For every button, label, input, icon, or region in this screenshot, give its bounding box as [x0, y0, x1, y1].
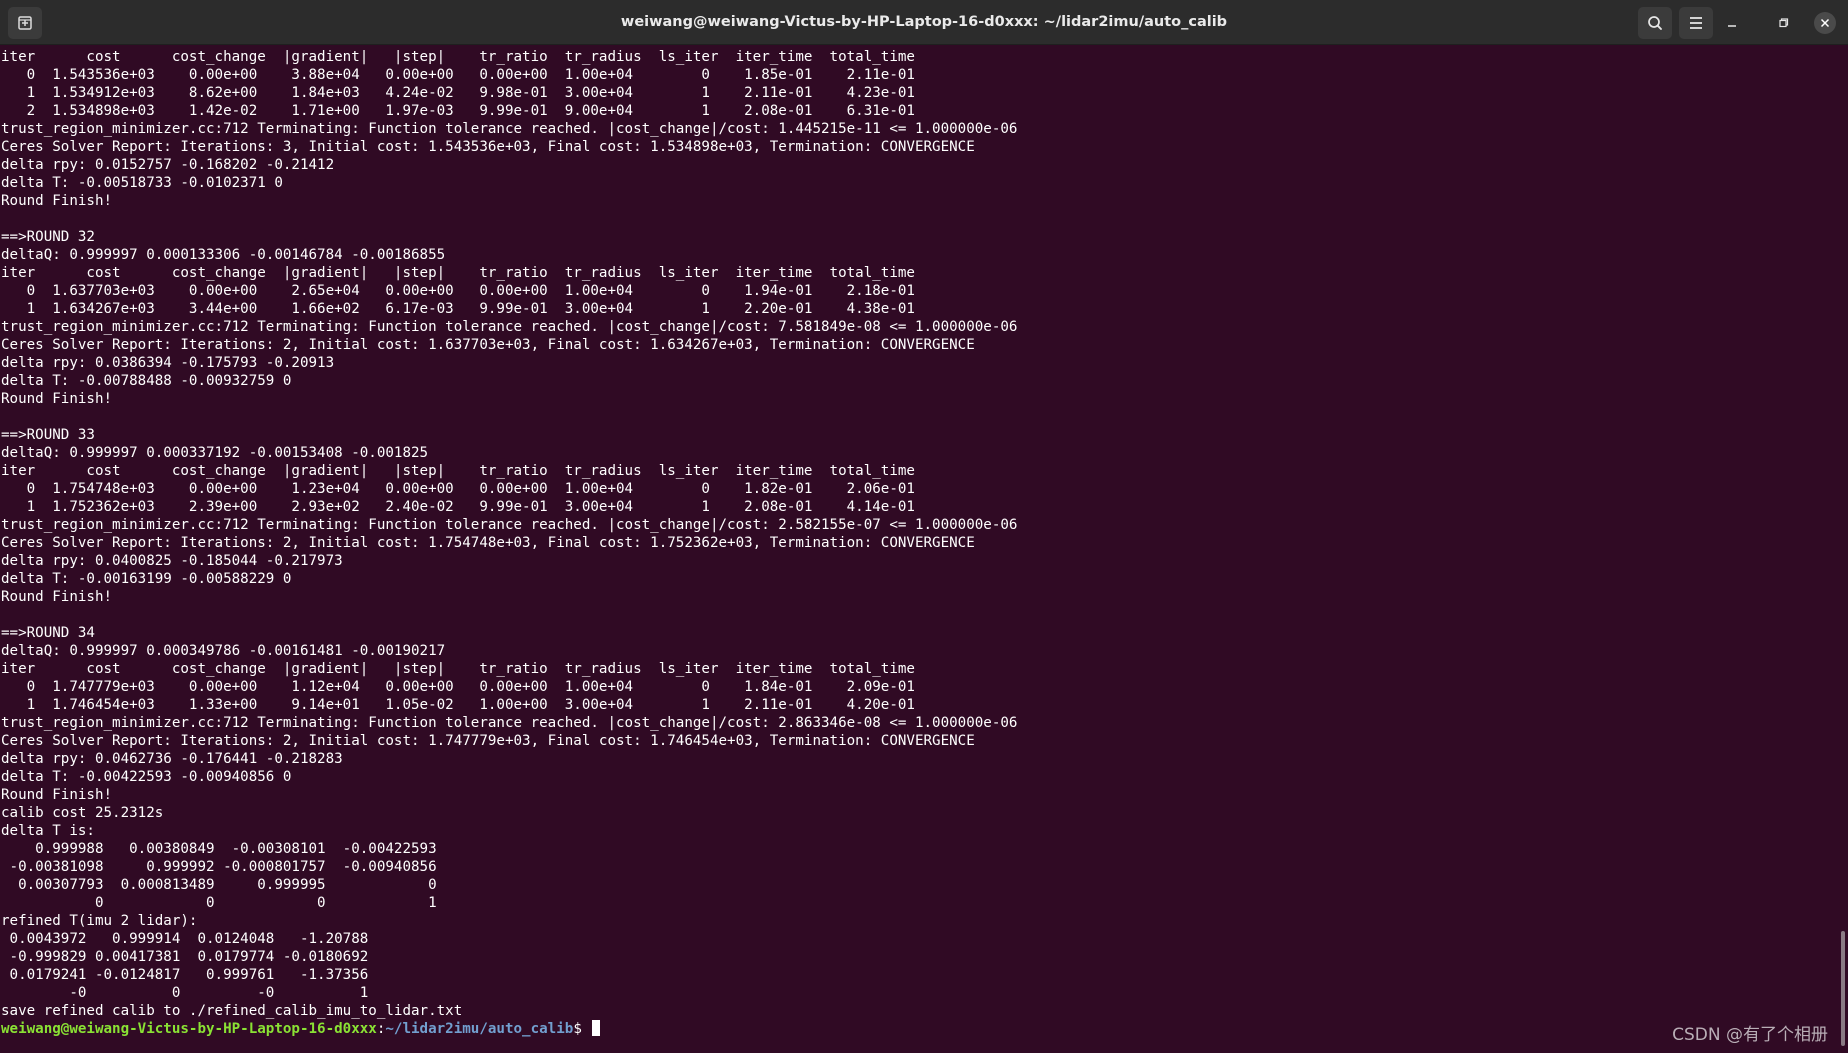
hamburger-menu-icon: [1690, 17, 1702, 29]
prompt-user-host: weiwang@weiwang-Victus-by-HP-Laptop-16-d…: [1, 1021, 377, 1037]
output-line: 0.00307793 0.000813489 0.999995 0: [1, 877, 437, 893]
output-line: 0 1.754748e+03 0.00e+00 1.23e+04 0.00e+0…: [1, 481, 915, 497]
minimize-icon: [1728, 25, 1736, 27]
close-button[interactable]: [1814, 12, 1836, 34]
output-line: deltaQ: 0.999997 0.000337192 -0.00153408…: [1, 445, 429, 461]
maximize-button[interactable]: [1773, 12, 1795, 34]
output-line: Round Finish!: [1, 787, 113, 803]
output-line: iter cost cost_change |gradient| |step| …: [1, 463, 915, 479]
output-line: delta rpy: 0.0400825 -0.185044 -0.217973: [1, 553, 343, 569]
output-line: delta rpy: 0.0152757 -0.168202 -0.21412: [1, 157, 335, 173]
scrollbar-thumb[interactable]: [1841, 931, 1845, 1046]
output-line: 0.0179241 -0.0124817 0.999761 -1.37356: [1, 967, 369, 983]
output-line: 0 1.747779e+03 0.00e+00 1.12e+04 0.00e+0…: [1, 679, 915, 695]
output-line: Ceres Solver Report: Iterations: 3, Init…: [1, 139, 975, 155]
output-line: refined T(imu 2 lidar):: [1, 913, 198, 929]
output-line: -0 0 -0 1: [1, 985, 369, 1001]
terminal-output[interactable]: iter cost cost_change |gradient| |step| …: [0, 46, 1840, 1053]
output-line: delta T: -0.00163199 -0.00588229 0: [1, 571, 292, 587]
output-line: Round Finish!: [1, 193, 113, 209]
title-bar[interactable]: weiwang@weiwang-Victus-by-HP-Laptop-16-d…: [0, 0, 1848, 45]
output-line: calib cost 25.2312s: [1, 805, 164, 821]
output-line: save refined calib to ./refined_calib_im…: [1, 1003, 463, 1019]
watermark: CSDN @有了个相册: [1672, 1025, 1828, 1045]
output-line: delta T: -0.00518733 -0.0102371 0: [1, 175, 283, 191]
output-line: delta rpy: 0.0386394 -0.175793 -0.20913: [1, 355, 335, 371]
output-line: 1 1.634267e+03 3.44e+00 1.66e+02 6.17e-0…: [1, 301, 915, 317]
output-line: trust_region_minimizer.cc:712 Terminatin…: [1, 517, 1018, 533]
scrollbar[interactable]: [1840, 46, 1848, 1053]
output-line: deltaQ: 0.999997 0.000133306 -0.00146784…: [1, 247, 446, 263]
output-line: ==>ROUND 33: [1, 427, 95, 443]
output-line: 1 1.746454e+03 1.33e+00 9.14e+01 1.05e-0…: [1, 697, 915, 713]
minimize-button[interactable]: [1721, 12, 1743, 34]
output-line: Round Finish!: [1, 589, 113, 605]
output-line: iter cost cost_change |gradient| |step| …: [1, 265, 915, 281]
prompt-path: ~/lidar2imu/auto_calib: [385, 1021, 574, 1037]
output-line: -0.999829 0.00417381 0.0179774 -0.018069…: [1, 949, 369, 965]
output-line: 0 1.543536e+03 0.00e+00 3.88e+04 0.00e+0…: [1, 67, 915, 83]
output-line: Ceres Solver Report: Iterations: 2, Init…: [1, 337, 975, 353]
output-line: deltaQ: 0.999997 0.000349786 -0.00161481…: [1, 643, 446, 659]
output-line: iter cost cost_change |gradient| |step| …: [1, 661, 915, 677]
search-button[interactable]: [1638, 7, 1672, 39]
output-line: 0.0043972 0.999914 0.0124048 -1.20788: [1, 931, 369, 947]
output-line: ==>ROUND 34: [1, 625, 95, 641]
prompt-symbol: $: [573, 1021, 591, 1037]
output-line: 0 1.637703e+03 0.00e+00 2.65e+04 0.00e+0…: [1, 283, 915, 299]
output-line: delta rpy: 0.0462736 -0.176441 -0.218283: [1, 751, 343, 767]
output-line: Ceres Solver Report: Iterations: 2, Init…: [1, 733, 975, 749]
output-line: delta T is:: [1, 823, 95, 839]
output-line: Ceres Solver Report: Iterations: 2, Init…: [1, 535, 975, 551]
output-line: -0.00381098 0.999992 -0.000801757 -0.009…: [1, 859, 437, 875]
output-line: iter cost cost_change |gradient| |step| …: [1, 49, 915, 65]
window-title: weiwang@weiwang-Victus-by-HP-Laptop-16-d…: [620, 14, 1228, 30]
output-line: 1 1.752362e+03 2.39e+00 2.93e+02 2.40e-0…: [1, 499, 915, 515]
output-line: 2 1.534898e+03 1.42e-02 1.71e+00 1.97e-0…: [1, 103, 915, 119]
output-line: trust_region_minimizer.cc:712 Terminatin…: [1, 319, 1018, 335]
output-line: 1 1.534912e+03 8.62e+00 1.84e+03 4.24e-0…: [1, 85, 915, 101]
search-icon: [1648, 16, 1662, 30]
menu-button[interactable]: [1679, 7, 1713, 39]
text-cursor: [592, 1020, 601, 1036]
output-line: 0.999988 0.00380849 -0.00308101 -0.00422…: [1, 841, 437, 857]
output-line: delta T: -0.00422593 -0.00940856 0: [1, 769, 292, 785]
output-line: delta T: -0.00788488 -0.00932759 0: [1, 373, 292, 389]
output-line: 0 0 0 1: [1, 895, 437, 911]
output-line: trust_region_minimizer.cc:712 Terminatin…: [1, 715, 1018, 731]
terminal-window: weiwang@weiwang-Victus-by-HP-Laptop-16-d…: [0, 0, 1848, 1053]
prompt-line[interactable]: weiwang@weiwang-Victus-by-HP-Laptop-16-d…: [0, 1020, 1840, 1038]
close-icon: [1820, 18, 1830, 28]
output-line: Round Finish!: [1, 391, 113, 407]
output-line: trust_region_minimizer.cc:712 Terminatin…: [1, 121, 1018, 137]
maximize-icon: [1779, 18, 1789, 28]
output-line: ==>ROUND 32: [1, 229, 95, 245]
